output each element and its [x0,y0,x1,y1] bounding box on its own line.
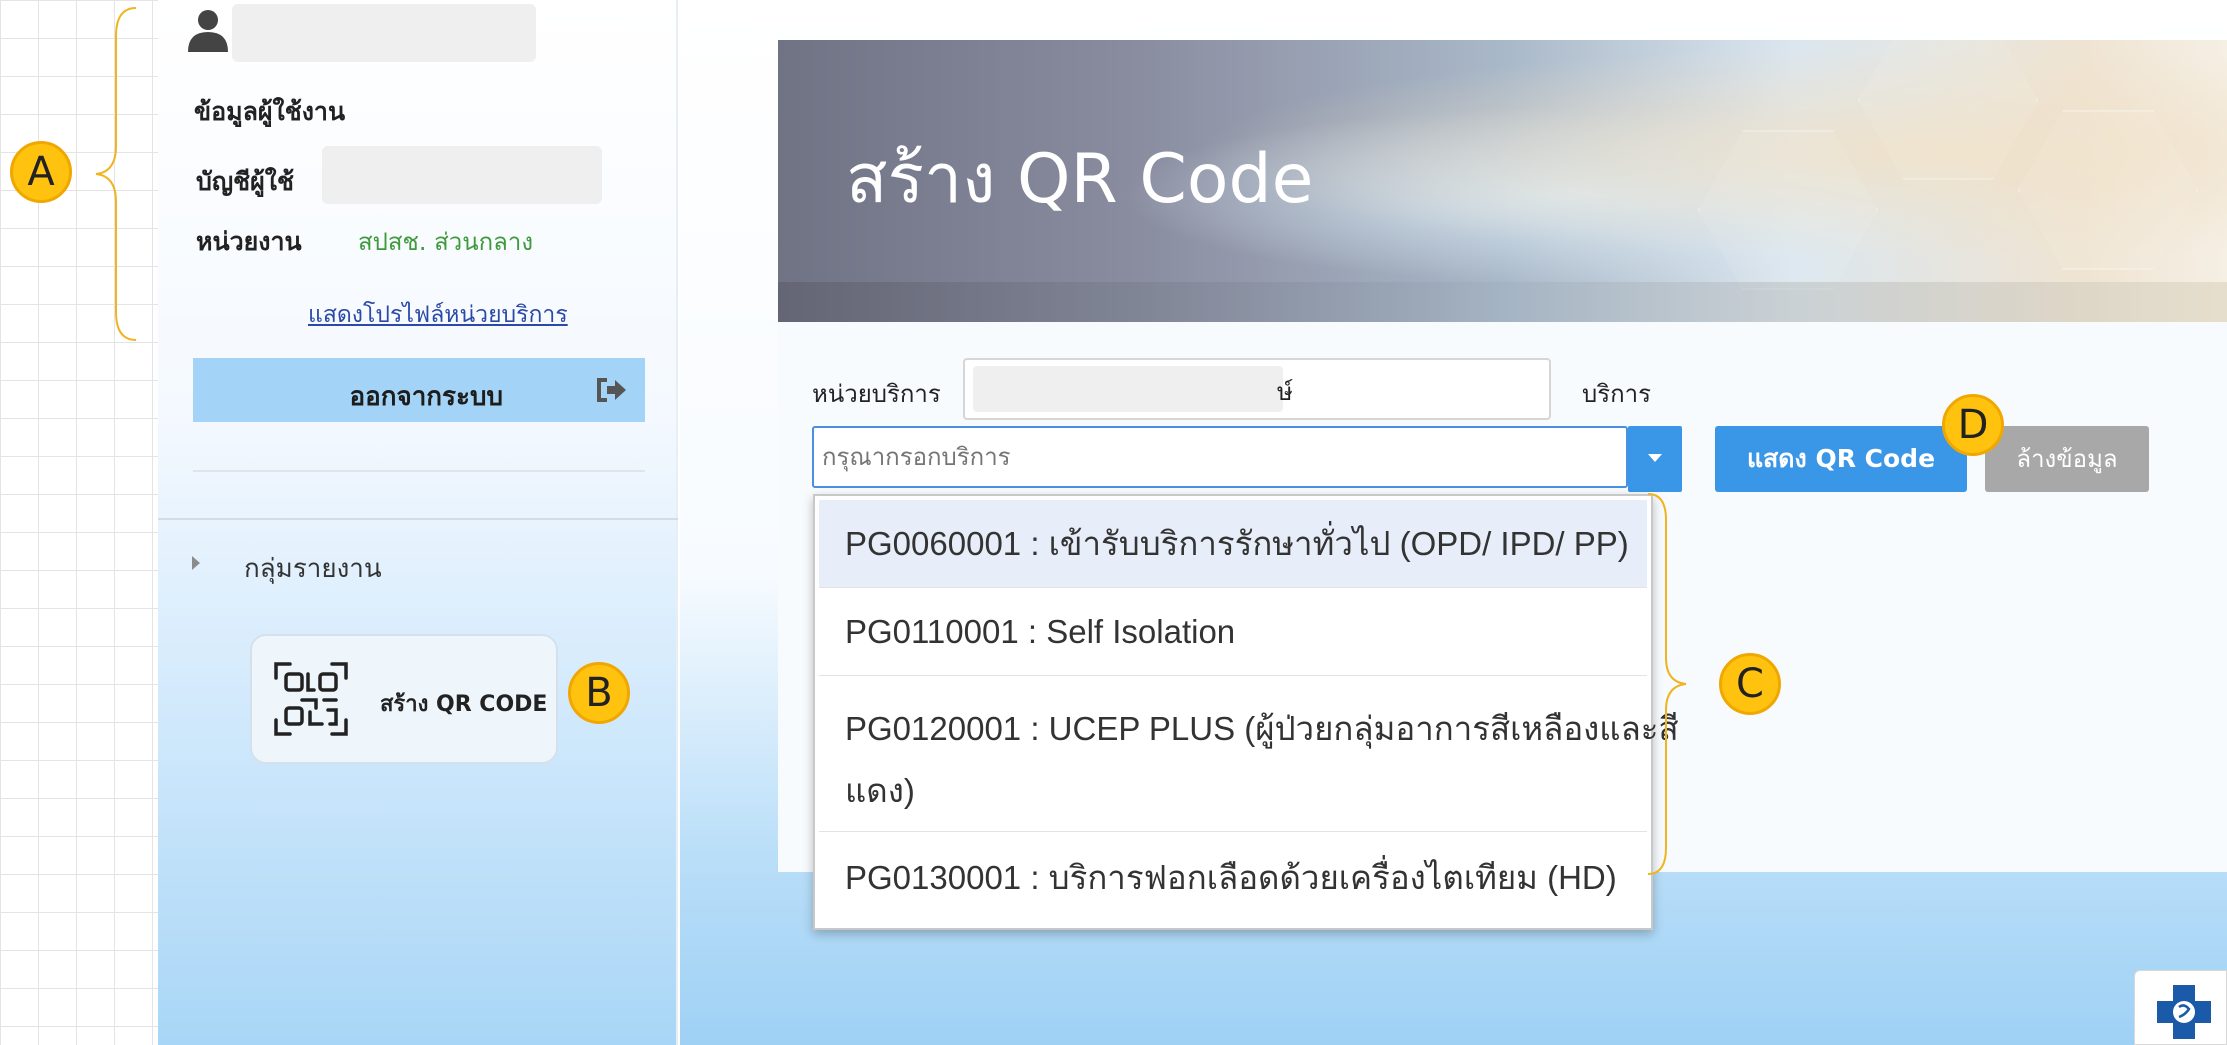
page-banner: สร้าง QR Code [778,40,2227,322]
logout-button[interactable]: ออกจากระบบ [193,358,645,422]
annotation-badge-c: C [1719,653,1781,715]
qr-code-icon [274,662,348,736]
unit-service-redacted-value [973,366,1283,412]
user-icon [188,10,228,52]
unit-service-field[interactable]: ษ์ [963,358,1551,420]
service-dropdown-button[interactable] [1628,426,1682,492]
annotation-badge-d: D [1942,394,2004,456]
sidebar: ข้อมูลผู้ใช้งาน บัญชีผู้ใช้ หน่วยงาน สปส… [158,0,678,1045]
annotation-bracket-c [1647,493,1687,875]
banner-decoration [1698,130,1878,290]
service-option-label: PG0060001 : เข้ารับบริการรักษาทั่วไป (OP… [845,525,1629,562]
banner-decoration [2018,110,2198,270]
logout-label: ออกจากระบบ [349,382,504,412]
create-qr-menu-button[interactable]: สร้าง QR CODE [250,634,558,764]
nhso-logo-icon [2134,970,2227,1045]
show-unit-profile-link[interactable]: แสดงโปรไฟล์หน่วยบริการ [308,297,568,333]
service-label: บริการ [1582,380,1652,408]
service-option[interactable]: PG0110001 : Self Isolation [819,588,1647,676]
service-input[interactable] [812,426,1628,488]
service-option-label: แดง) [845,772,915,809]
banner-decoration [778,282,2227,322]
user-name-field [232,4,536,62]
logout-icon [597,378,626,402]
sidebar-divider [193,470,645,472]
unit-service-visible-text: ษ์ [1277,378,1293,406]
annotation-badge-b: B [568,662,630,724]
create-qr-menu-label: สร้าง QR CODE [380,692,548,717]
clear-data-button[interactable]: ล้างข้อมูล [1985,426,2149,492]
banner-decoration [1858,40,2038,180]
service-option-label: PG0110001 : Self Isolation [845,613,1236,650]
page-title: สร้าง QR Code [846,140,1314,219]
annotation-badge-a: A [10,141,72,203]
show-qr-code-button[interactable]: แสดง QR Code [1715,426,1967,492]
caret-right-icon [192,556,200,570]
service-option[interactable]: PG0120001 : UCEP PLUS (ผู้ป่วยกลุ่มอาการ… [819,676,1679,832]
sidebar-divider [158,518,678,520]
service-option[interactable]: PG0130001 : บริการฟอกเลือดด้วยเครื่องไตเ… [819,832,1647,924]
report-group-menu[interactable]: กลุ่มรายงาน [244,548,382,589]
account-label: บัญชีผู้ใช้ [196,167,294,196]
service-option-label: PG0120001 : UCEP PLUS (ผู้ป่วยกลุ่มอาการ… [845,710,1679,747]
caret-down-icon [1648,454,1662,462]
unit-service-label: หน่วยบริการ [812,380,941,408]
service-dropdown-list: PG0060001 : เข้ารับบริการรักษาทั่วไป (OP… [813,494,1679,930]
annotation-bracket-a [95,7,137,341]
service-option-label: PG0130001 : บริการฟอกเลือดด้วยเครื่องไตเ… [845,859,1617,896]
account-field [322,146,602,204]
service-option[interactable]: PG0060001 : เข้ารับบริการรักษาทั่วไป (OP… [819,500,1647,588]
user-info-title: ข้อมูลผู้ใช้งาน [194,97,346,126]
unit-label: หน่วยงาน [196,227,302,256]
unit-value: สปสช. ส่วนกลาง [358,228,534,256]
